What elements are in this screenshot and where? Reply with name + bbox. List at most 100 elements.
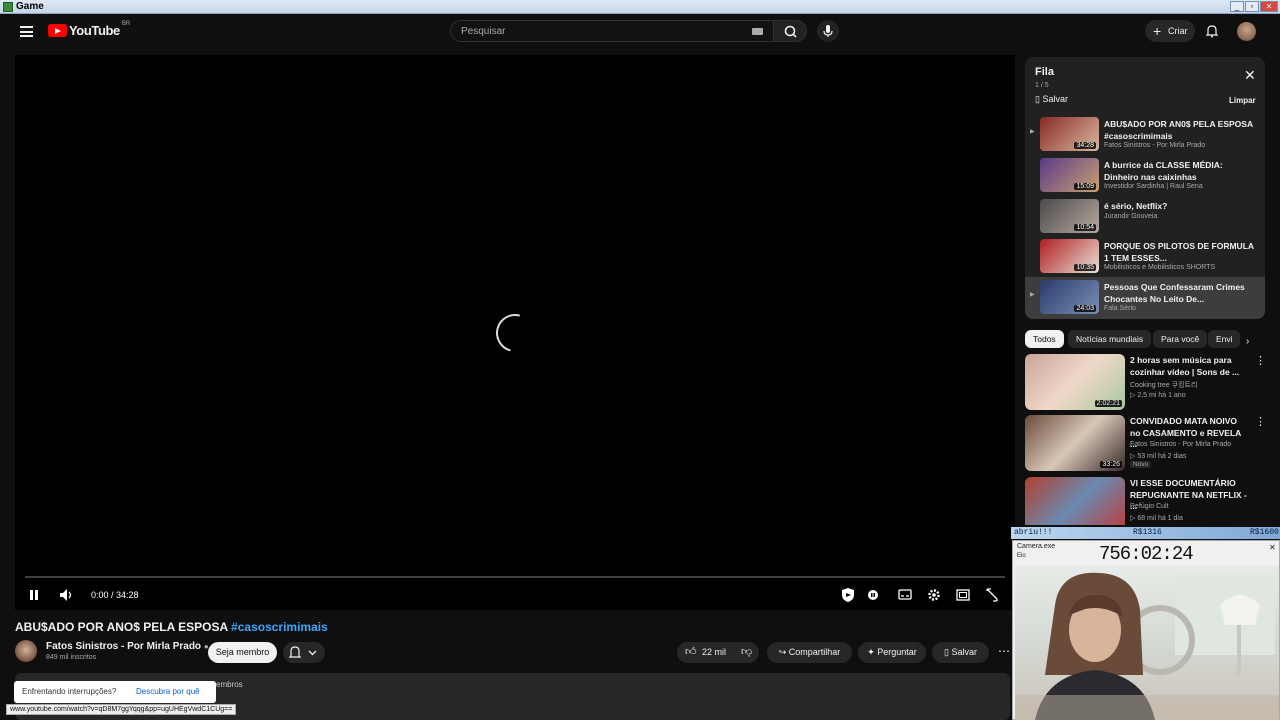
rec-meta: ▷ 68 mil há 1 dia xyxy=(1130,515,1183,522)
join-button[interactable]: Seja membro xyxy=(208,642,277,663)
menu-icon[interactable] xyxy=(20,26,33,37)
channel-avatar[interactable] xyxy=(15,640,37,662)
plus-icon: + xyxy=(1153,23,1162,39)
queue-item-channel: Fala Sério xyxy=(1104,305,1136,312)
settings-button[interactable] xyxy=(926,585,942,605)
keyboard-icon[interactable] xyxy=(752,28,763,35)
queue-item[interactable]: 15:09 A burrice da CLASSE MÉDIA: Dinheir… xyxy=(1025,155,1265,195)
subtitles-icon xyxy=(898,589,912,600)
recommendation-item[interactable]: 2:02:21 2 horas sem música para cozinhar… xyxy=(1025,354,1280,410)
queue-item-title: é sério, Netflix? xyxy=(1104,201,1168,211)
share-button[interactable]: ↪ Compartilhar xyxy=(767,642,852,663)
search-button[interactable] xyxy=(773,20,807,42)
minimize-button[interactable]: _ xyxy=(1230,1,1244,12)
ask-button[interactable]: ✦ Perguntar xyxy=(858,642,926,663)
queue-item-current[interactable]: ▶ 24:03 Pessoas Que Confessaram Crimes C… xyxy=(1025,277,1265,319)
play-indicator-icon: ▶ xyxy=(1030,129,1035,135)
save-button[interactable]: ▯ Salvar xyxy=(932,642,989,663)
volume-button[interactable] xyxy=(58,585,74,605)
stream-timer: 756:02:24 xyxy=(1099,543,1194,565)
youtube-logo[interactable]: YouTube BR xyxy=(48,21,130,38)
rec-meta: ▷ 2,5 mi há 1 ano xyxy=(1130,392,1186,399)
queue-item-title: A burrice da CLASSE MÉDIA: Dinheiro nas … xyxy=(1104,160,1223,182)
queue-item[interactable]: ▶ 34:28 ABU$ADO POR AN0$ PELA ESPOSA #ca… xyxy=(1025,114,1265,154)
camera-app-name: Camera.exe xyxy=(1017,543,1056,550)
duration-badge: 15:09 xyxy=(1074,183,1096,190)
like-button[interactable]: 👍︎ 22 mil xyxy=(685,642,731,663)
channel-name[interactable]: Fatos Sinistros - Por Mirla Prado ● xyxy=(46,641,209,652)
chip-noticias[interactable]: Notícias mundiais xyxy=(1068,330,1152,348)
fullscreen-icon xyxy=(986,588,998,602)
queue-count: 1 / 5 xyxy=(1035,82,1049,89)
description-text: embros xyxy=(216,680,243,689)
youtube-play-icon xyxy=(48,24,67,37)
thumbs-up-icon: 👍︎ xyxy=(685,646,697,658)
progress-bar[interactable] xyxy=(25,576,1005,578)
duration-badge: 24:03 xyxy=(1074,305,1096,312)
interruption-popup: Enfrentando interrupções? Descubra por q… xyxy=(14,681,216,703)
close-icon[interactable]: ✕ xyxy=(1269,543,1276,552)
rec-thumbnail: 2:02:21 xyxy=(1025,354,1125,410)
more-vert-icon[interactable]: ⋮ xyxy=(1255,415,1266,428)
queue-item-title: Pessoas Que Confessaram Crimes Chocantes… xyxy=(1104,282,1245,304)
queue-thumbnail: 24:03 xyxy=(1040,280,1099,314)
maximize-button[interactable]: ▫ xyxy=(1245,1,1259,12)
player-controls: 0:00 / 34:28 xyxy=(15,585,1015,605)
queue-item[interactable]: 10:35 PORQUE OS PILOTOS DE FORMULA 1 TEM… xyxy=(1025,236,1265,276)
queue-item-channel: Jurandir Gouveia xyxy=(1104,213,1158,220)
autoplay-toggle[interactable] xyxy=(865,585,881,605)
logo-text: YouTube xyxy=(69,23,120,38)
create-label: Criar xyxy=(1168,26,1188,36)
notifications-bell-icon[interactable] xyxy=(1205,24,1219,38)
queue-save-button[interactable]: ▯ Salvar xyxy=(1035,94,1068,105)
video-title-text: ABU$ADO POR ANO$ PELA ESPOSA xyxy=(15,620,232,634)
close-window-button[interactable]: ✕ xyxy=(1260,1,1278,12)
queue-item-channel: Investidor Sardinha | Raul Sena xyxy=(1104,183,1203,190)
window-titlebar: Game _ ▫ ✕ xyxy=(0,0,1280,14)
recommendation-item[interactable]: 33:26 CONVIDADO MATA NOIVO no CASAMENTO … xyxy=(1025,415,1280,471)
fullscreen-button[interactable] xyxy=(984,585,1000,605)
account-avatar[interactable] xyxy=(1237,22,1256,41)
queue-item-title: PORQUE OS PILOTOS DE FORMULA 1 TEM ESSES… xyxy=(1104,241,1254,263)
subscription-bell-button[interactable] xyxy=(283,642,325,663)
create-button[interactable]: + Criar xyxy=(1145,20,1195,42)
queue-item-channel: Fatos Sinistros - Por Mirla Prado xyxy=(1104,142,1206,149)
hashtag-link[interactable]: #casoscrimimais xyxy=(231,620,328,634)
more-vert-icon[interactable]: ⋮ xyxy=(1255,354,1266,367)
bookmark-icon: ▯ xyxy=(944,647,949,657)
queue-clear-button[interactable]: Limpar xyxy=(1229,96,1256,105)
pause-button[interactable] xyxy=(27,585,41,605)
duration-badge: 34:28 xyxy=(1074,142,1096,149)
chip-todos[interactable]: Todos xyxy=(1025,330,1064,348)
window-title: Game xyxy=(16,1,44,12)
bell-dropdown-icon xyxy=(288,646,317,658)
theater-mode-button[interactable] xyxy=(955,585,971,605)
sponsor-block-button[interactable] xyxy=(839,585,857,605)
search-icon xyxy=(784,25,797,38)
queue-item[interactable]: 10:54 é sério, Netflix? Jurandir Gouveia xyxy=(1025,196,1265,236)
chip-para-voce[interactable]: Para você xyxy=(1153,330,1208,348)
youtube-masthead: YouTube BR Pesquisar + Criar xyxy=(0,14,1280,50)
share-icon: ↪ xyxy=(778,647,787,657)
play-indicator-icon: ▶ xyxy=(1030,292,1035,298)
close-icon[interactable]: ✕ xyxy=(1244,68,1256,82)
more-actions-icon[interactable]: ⋯ xyxy=(998,644,1010,658)
rec-channel: Fatos Sinistros - Por Mirla Prado xyxy=(1130,441,1232,448)
rec-meta: ▷ 53 mil há 2 dias xyxy=(1130,453,1187,460)
chevron-right-icon[interactable]: › xyxy=(1246,336,1249,347)
queue-thumbnail: 34:28 xyxy=(1040,117,1099,151)
chip-envi[interactable]: Envi xyxy=(1208,330,1240,348)
voice-search-button[interactable] xyxy=(817,20,839,42)
loading-spinner xyxy=(489,307,541,359)
search-input[interactable]: Pesquisar xyxy=(450,20,774,42)
subtitles-button[interactable] xyxy=(897,585,913,605)
window-controls: _ ▫ ✕ xyxy=(1230,1,1278,12)
rec-thumbnail xyxy=(1025,477,1125,525)
recommendation-item[interactable]: VI ESSE DOCUMENTÁRIO REPUGNANTE NA NETFL… xyxy=(1025,477,1280,525)
duration-badge: 10:35 xyxy=(1074,264,1096,271)
video-player[interactable]: 0:00 / 34:28 xyxy=(15,55,1015,610)
popup-link[interactable]: Descubra por quê xyxy=(136,687,200,696)
time-display: 0:00 / 34:28 xyxy=(91,590,139,600)
queue-thumbnail: 10:54 xyxy=(1040,199,1099,233)
dislike-button[interactable]: 👎︎ xyxy=(741,642,752,663)
